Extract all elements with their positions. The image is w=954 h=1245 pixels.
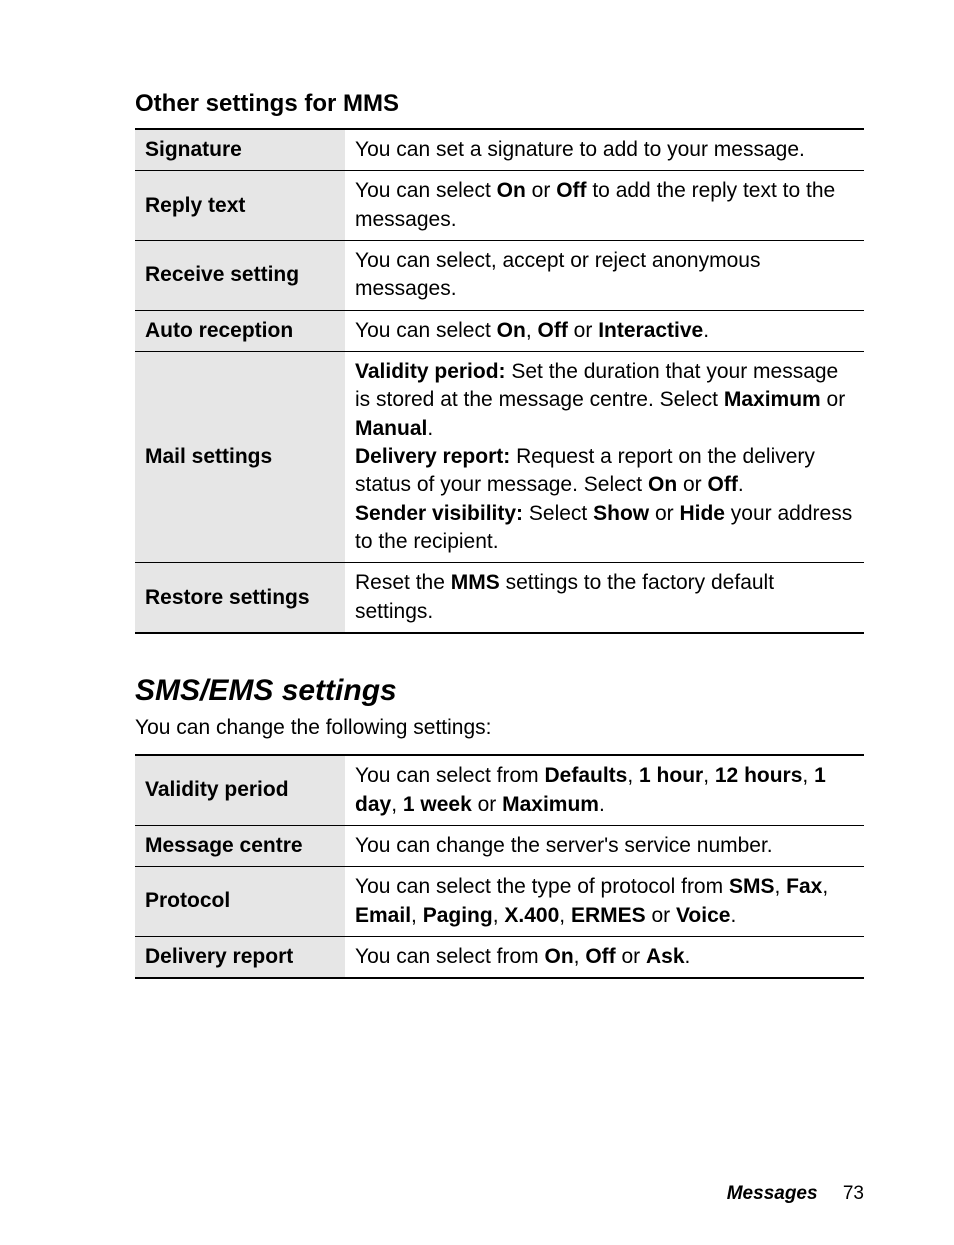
row-label: Validity period xyxy=(135,755,345,825)
row-desc: You can change the server's service numb… xyxy=(345,825,864,866)
row-desc: You can select On, Off or Interactive. xyxy=(345,310,864,351)
row-label: Signature xyxy=(135,129,345,171)
row-label: Reply text xyxy=(135,171,345,241)
row-desc: You can select On or Off to add the repl… xyxy=(345,171,864,241)
table-row: Reply text You can select On or Off to a… xyxy=(135,171,864,241)
mms-heading: Other settings for MMS xyxy=(135,90,864,118)
footer-chapter: Messages xyxy=(727,1183,818,1204)
footer-page-number: 73 xyxy=(843,1183,864,1204)
row-desc: You can select from On, Off or Ask. xyxy=(345,936,864,978)
row-label: Protocol xyxy=(135,867,345,937)
table-row: Delivery report You can select from On, … xyxy=(135,936,864,978)
row-label: Delivery report xyxy=(135,936,345,978)
sms-table: Validity period You can select from Defa… xyxy=(135,754,864,979)
table-row: Validity period You can select from Defa… xyxy=(135,755,864,825)
row-desc: You can select the type of protocol from… xyxy=(345,867,864,937)
sms-intro: You can change the following settings: xyxy=(135,716,864,740)
table-row: Receive setting You can select, accept o… xyxy=(135,241,864,311)
page-footer: Messages 73 xyxy=(727,1183,864,1205)
row-desc: You can set a signature to add to your m… xyxy=(345,129,864,171)
row-label: Auto reception xyxy=(135,310,345,351)
row-label: Message centre xyxy=(135,825,345,866)
row-desc: Reset the MMS settings to the factory de… xyxy=(345,563,864,633)
table-row: Protocol You can select the type of prot… xyxy=(135,867,864,937)
mms-table: Signature You can set a signature to add… xyxy=(135,128,864,634)
row-label: Restore settings xyxy=(135,563,345,633)
sms-heading: SMS/EMS settings xyxy=(135,674,864,708)
table-row: Message centre You can change the server… xyxy=(135,825,864,866)
row-desc: Validity period: Set the duration that y… xyxy=(345,352,864,563)
table-row: Restore settings Reset the MMS settings … xyxy=(135,563,864,633)
table-row: Auto reception You can select On, Off or… xyxy=(135,310,864,351)
row-label: Mail settings xyxy=(135,352,345,563)
row-label: Receive setting xyxy=(135,241,345,311)
table-row: Signature You can set a signature to add… xyxy=(135,129,864,171)
row-desc: You can select, accept or reject anonymo… xyxy=(345,241,864,311)
table-row: Mail settings Validity period: Set the d… xyxy=(135,352,864,563)
row-desc: You can select from Defaults, 1 hour, 12… xyxy=(345,755,864,825)
